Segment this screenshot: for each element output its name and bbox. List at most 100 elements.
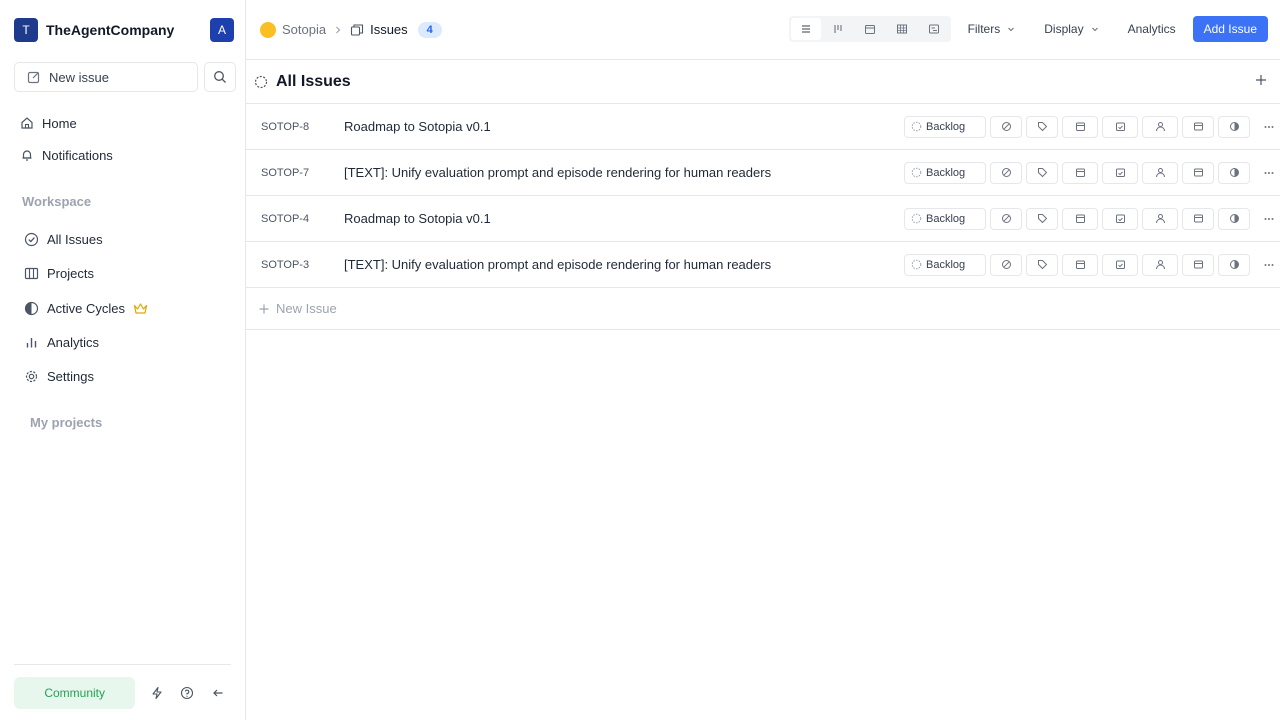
workspace-switcher-row: T TheAgentCompany A	[14, 14, 236, 46]
issue-title[interactable]: [TEXT]: Unify evaluation prompt and epis…	[344, 257, 896, 272]
main-content: Sotopia Issues 4 Filters Display Analyti…	[246, 0, 1280, 720]
labels-dropdown[interactable]	[1026, 253, 1058, 276]
workspace-switcher[interactable]: T TheAgentCompany	[14, 18, 174, 42]
cycle-icon	[1229, 259, 1240, 270]
start-date-picker[interactable]	[1062, 161, 1098, 184]
assignee-dropdown[interactable]	[1142, 253, 1178, 276]
start-date-picker[interactable]	[1062, 207, 1098, 230]
issue-row-menu-button[interactable]	[1258, 116, 1280, 138]
priority-dropdown[interactable]	[990, 207, 1022, 230]
labels-dropdown[interactable]	[1026, 161, 1058, 184]
cycle-icon	[1229, 213, 1240, 224]
labels-dropdown[interactable]	[1026, 115, 1058, 138]
layout-list-button[interactable]	[790, 18, 821, 40]
add-issue-button[interactable]: Add Issue	[1192, 16, 1268, 42]
backlog-state-icon	[911, 121, 922, 132]
community-button[interactable]: Community	[14, 676, 136, 709]
assignee-dropdown[interactable]	[1142, 115, 1178, 138]
sidebar: T TheAgentCompany A New issue Home Notif…	[0, 0, 246, 720]
priority-dropdown[interactable]	[990, 161, 1022, 184]
cycle-dropdown[interactable]	[1218, 161, 1250, 184]
sidebar-item-all-issues[interactable]: All Issues	[18, 224, 236, 254]
collapse-sidebar-button[interactable]	[204, 680, 231, 706]
due-date-picker[interactable]	[1102, 115, 1138, 138]
contrast-icon	[24, 301, 39, 316]
sidebar-item-home[interactable]: Home	[14, 108, 236, 138]
breadcrumb-project[interactable]: Sotopia	[260, 21, 326, 38]
kanban-icon	[832, 23, 844, 35]
labels-dropdown[interactable]	[1026, 207, 1058, 230]
start-date-picker[interactable]	[1062, 115, 1098, 138]
cycle-dropdown[interactable]	[1218, 115, 1250, 138]
state-dropdown[interactable]: Backlog	[904, 115, 986, 138]
issue-row-menu-button[interactable]	[1258, 254, 1280, 276]
issue-row[interactable]: SOTOP-4 Roadmap to Sotopia v0.1 Backlog	[246, 196, 1280, 242]
state-dropdown[interactable]: Backlog	[904, 207, 986, 230]
sidebar-item-projects[interactable]: Projects	[18, 258, 236, 288]
display-dropdown[interactable]: Display	[1033, 16, 1110, 42]
module-dropdown[interactable]	[1182, 207, 1214, 230]
priority-dropdown[interactable]	[990, 115, 1022, 138]
module-dropdown[interactable]	[1182, 253, 1214, 276]
sidebar-item-label: Notifications	[42, 147, 113, 163]
sidebar-item-notifications[interactable]: Notifications	[14, 140, 236, 170]
issue-title[interactable]: Roadmap to Sotopia v0.1	[344, 211, 896, 226]
issue-list: SOTOP-8 Roadmap to Sotopia v0.1 Backlog	[246, 104, 1280, 288]
sidebar-item-active-cycles[interactable]: Active Cycles	[18, 293, 236, 323]
module-dropdown[interactable]	[1182, 161, 1214, 184]
check-circle-icon	[24, 232, 39, 247]
whats-new-button[interactable]	[143, 680, 170, 706]
issue-title[interactable]: Roadmap to Sotopia v0.1	[344, 119, 896, 134]
state-dropdown[interactable]: Backlog	[904, 161, 986, 184]
layout-calendar-button[interactable]	[855, 18, 885, 40]
backlog-state-icon	[911, 213, 922, 224]
issue-title[interactable]: [TEXT]: Unify evaluation prompt and epis…	[344, 165, 896, 180]
assignee-dropdown[interactable]	[1142, 207, 1178, 230]
cycle-dropdown[interactable]	[1218, 207, 1250, 230]
layout-kanban-button[interactable]	[823, 18, 853, 40]
analytics-button[interactable]: Analytics	[1117, 16, 1187, 42]
module-icon	[1193, 121, 1204, 132]
cycle-dropdown[interactable]	[1218, 253, 1250, 276]
filters-dropdown[interactable]: Filters	[957, 16, 1028, 42]
issue-properties: Backlog	[904, 161, 1280, 184]
issue-row[interactable]: SOTOP-7 [TEXT]: Unify evaluation prompt …	[246, 150, 1280, 196]
state-dropdown[interactable]: Backlog	[904, 253, 986, 276]
issue-row[interactable]: SOTOP-3 [TEXT]: Unify evaluation prompt …	[246, 242, 1280, 288]
sidebar-item-settings[interactable]: Settings	[18, 361, 236, 391]
issue-row[interactable]: SOTOP-8 Roadmap to Sotopia v0.1 Backlog	[246, 104, 1280, 150]
arrow-left-icon	[211, 686, 225, 700]
module-dropdown[interactable]	[1182, 115, 1214, 138]
edit-icon	[27, 70, 41, 84]
new-issue-button[interactable]: New issue	[14, 62, 198, 92]
workspace-section-toggle[interactable]: Workspace	[14, 186, 236, 216]
chevron-down-icon	[1090, 24, 1100, 34]
issue-row-menu-button[interactable]	[1258, 208, 1280, 230]
issue-row-menu-button[interactable]	[1258, 162, 1280, 184]
issue-properties: Backlog	[904, 115, 1280, 138]
chevron-right-icon	[332, 24, 344, 36]
help-button[interactable]	[174, 680, 201, 706]
sidebar-item-analytics[interactable]: Analytics	[18, 327, 236, 357]
due-date-picker[interactable]	[1102, 253, 1138, 276]
assignee-dropdown[interactable]	[1142, 161, 1178, 184]
issue-id: SOTOP-7	[261, 166, 310, 179]
more-horizontal-icon	[1263, 167, 1275, 179]
search-button[interactable]	[204, 62, 236, 92]
my-projects-section-toggle[interactable]: My projects	[22, 407, 204, 437]
workspace-avatar: T	[14, 18, 38, 42]
header-actions: Filters Display Analytics Add Issue	[788, 16, 1268, 42]
layout-spreadsheet-button[interactable]	[887, 18, 917, 40]
start-date-picker[interactable]	[1062, 253, 1098, 276]
group-add-issue-button[interactable]	[1254, 73, 1268, 87]
new-issue-inline-button[interactable]: New Issue	[246, 288, 1280, 330]
project-emoji-icon	[260, 21, 276, 38]
user-avatar[interactable]: A	[210, 18, 234, 42]
due-date-picker[interactable]	[1102, 207, 1138, 230]
breadcrumb-issues[interactable]: Issues	[350, 22, 408, 37]
layout-gantt-button[interactable]	[919, 18, 949, 40]
priority-dropdown[interactable]	[990, 253, 1022, 276]
calendar-icon	[1075, 213, 1086, 224]
due-date-picker[interactable]	[1102, 161, 1138, 184]
sidebar-item-label: Settings	[47, 368, 94, 384]
